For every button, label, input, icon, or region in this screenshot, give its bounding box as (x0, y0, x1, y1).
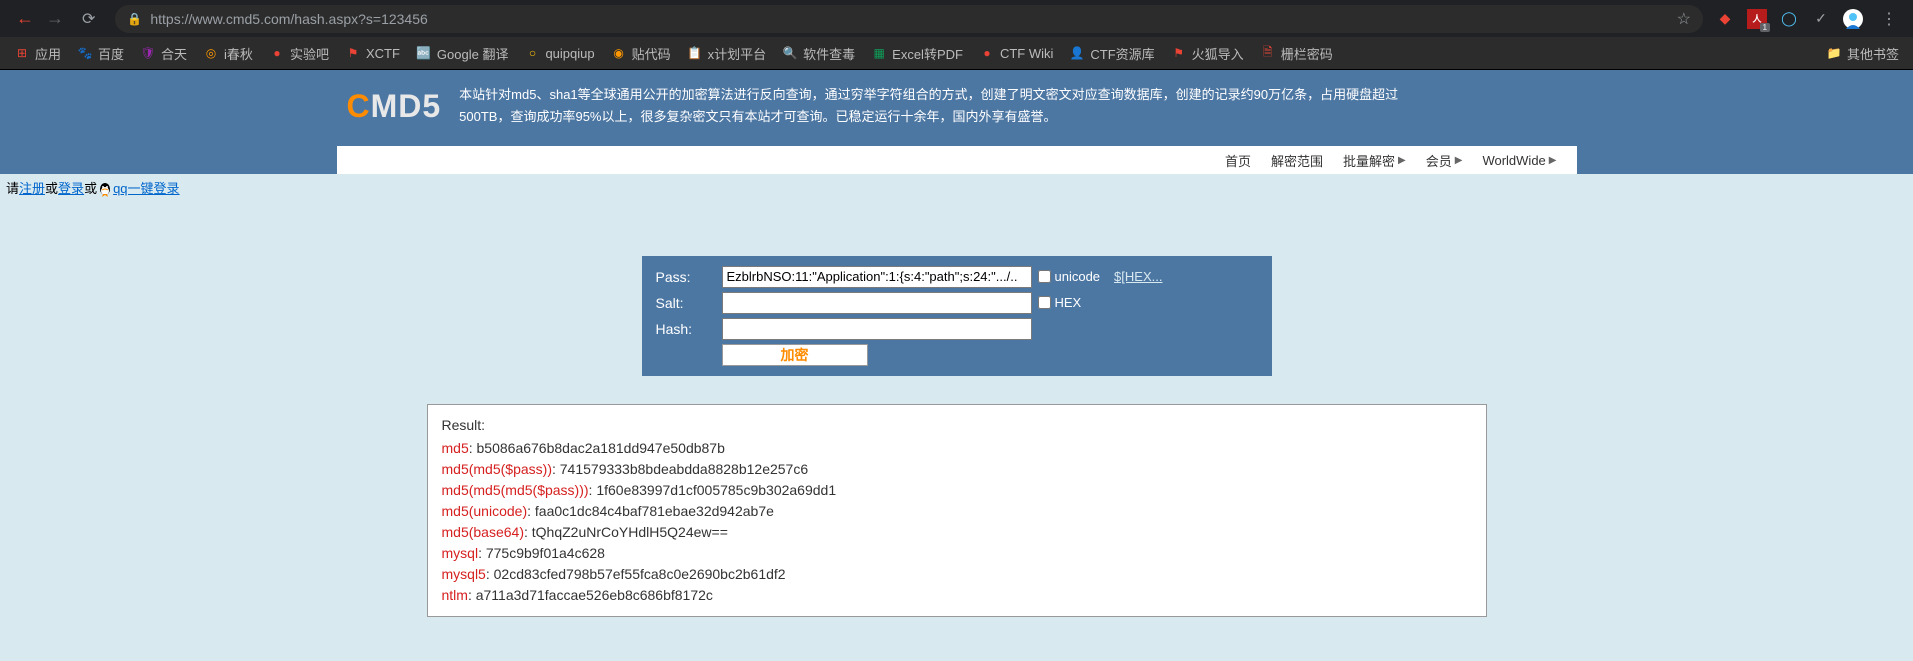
hash-value: : a711a3d71faccae526eb8c686bf8172c (468, 587, 713, 603)
reload-button[interactable]: ⟳ (82, 9, 95, 29)
bookmark-baidu[interactable]: 🐾百度 (69, 40, 132, 67)
bookmark-xctf[interactable]: ⚑XCTF (337, 41, 408, 65)
browser-menu-icon[interactable]: ⋮ (1881, 9, 1897, 29)
hash-name: mysql (442, 545, 479, 561)
url-bar[interactable]: 🔒 https://www.cmd5.com/hash.aspx?s=12345… (115, 5, 1703, 33)
chevron-right-icon: ▶ (1398, 155, 1406, 166)
ext-icon-check[interactable]: ✓ (1811, 9, 1831, 29)
hash-name: md5(md5(md5($pass))) (442, 482, 589, 498)
ext-icon-pdf[interactable]: 人1 (1747, 9, 1767, 29)
unicode-label: unicode (1055, 269, 1101, 284)
nav-member[interactable]: 会员▶ (1416, 151, 1473, 170)
chevron-right-icon: ▶ (1455, 155, 1463, 166)
chevron-right-icon: ▶ (1549, 155, 1557, 166)
ext-icon-circle[interactable]: ◯ (1779, 9, 1799, 29)
qq-login-link[interactable]: qq一键登录 (113, 181, 179, 196)
bookmark-ichunqiu[interactable]: ◎i春秋 (195, 40, 261, 67)
bookmark-hetian[interactable]: 🛡合天 (132, 40, 195, 67)
bookmarks-bar: ⊞应用 🐾百度 🛡合天 ◎i春秋 ●实验吧 ⚑XCTF 🔤Google 翻译 ○… (0, 37, 1913, 70)
result-line: mysql: 775c9b9f01a4c628 (442, 543, 1472, 564)
pass-label: Pass: (656, 269, 716, 285)
salt-input[interactable] (722, 292, 1032, 314)
hex-link[interactable]: $[HEX... (1114, 269, 1162, 284)
login-link[interactable]: 登录 (58, 181, 84, 196)
bookmark-virus[interactable]: 🔍软件查毒 (774, 40, 863, 67)
bookmark-ctfwiki[interactable]: ●CTF Wiki (971, 41, 1061, 65)
result-box: Result: md5: b5086a676b8dac2a181dd947e50… (427, 404, 1487, 617)
nav-menu: 首页 解密范围 批量解密▶ 会员▶ WorldWide▶ (337, 146, 1577, 174)
bookmark-excel2pdf[interactable]: ▦Excel转PDF (863, 40, 971, 67)
hash-name: mysql5 (442, 566, 486, 582)
hash-input[interactable] (722, 318, 1032, 340)
nav-scope[interactable]: 解密范围 (1261, 151, 1333, 170)
back-button[interactable]: ← (16, 8, 34, 29)
url-text: https://www.cmd5.com/hash.aspx?s=123456 (150, 11, 1670, 27)
bookmark-xplan[interactable]: 📋x计划平台 (679, 40, 775, 67)
nav-worldwide[interactable]: WorldWide▶ (1472, 153, 1566, 168)
hash-value: : 1f60e83997d1cf005785c9b302a69dd1 (589, 482, 837, 498)
hash-value: : faa0c1dc84c4baf781ebae32d942ab7e (527, 503, 774, 519)
hash-label: Hash: (656, 321, 716, 337)
result-line: md5: b5086a676b8dac2a181dd947e50db87b (442, 438, 1472, 459)
encrypt-button[interactable]: 加密 (722, 344, 868, 366)
forward-button[interactable]: → (46, 8, 64, 29)
hash-name: md5(unicode) (442, 503, 528, 519)
result-line: md5(md5($pass)): 741579333b8bdeabdda8828… (442, 459, 1472, 480)
bookmark-shiyanba[interactable]: ●实验吧 (261, 40, 337, 67)
bookmark-ctfres[interactable]: 👤CTF资源库 (1061, 40, 1162, 67)
result-line: md5(base64): tQhqZ2uNrCoYHdlH5Q24ew== (442, 522, 1472, 543)
site-description: 本站针对md5、sha1等全球通用公开的加密算法进行反向查询，通过穷举字符组合的… (459, 84, 1399, 128)
browser-toolbar: ← → ⟳ 🔒 https://www.cmd5.com/hash.aspx?s… (0, 0, 1913, 37)
hash-value: : 741579333b8bdeabdda8828b12e257c6 (552, 461, 808, 477)
unicode-checkbox[interactable] (1038, 270, 1051, 283)
hex-label: HEX (1055, 295, 1082, 310)
lock-icon: 🔒 (127, 12, 142, 26)
result-line: md5(unicode): faa0c1dc84c4baf781ebae32d9… (442, 501, 1472, 522)
hex-checkbox[interactable] (1038, 296, 1051, 309)
site-logo[interactable]: CMD5 (347, 88, 442, 125)
bookmark-google-translate[interactable]: 🔤Google 翻译 (408, 40, 517, 67)
result-line: ntlm: a711a3d71faccae526eb8c686bf8172c (442, 585, 1472, 606)
extension-icons: ◆ 人1 ◯ ✓ ⋮ (1715, 9, 1905, 29)
hash-value: : 02cd83cfed798b57ef55fca8c0e2690bc2b61d… (486, 566, 786, 582)
bookmark-firefox[interactable]: ⚑火狐导入 (1163, 40, 1252, 67)
bookmark-star-icon[interactable]: ☆ (1677, 9, 1691, 29)
login-prompt: 请注册或登录或qq一键登录 (0, 174, 1913, 202)
bookmark-quipqiup[interactable]: ○quipqiup (516, 41, 602, 65)
hash-name: md5(md5($pass)) (442, 461, 552, 477)
apps-button[interactable]: ⊞应用 (6, 40, 69, 67)
hash-name: md5 (442, 440, 469, 456)
hash-form: Pass: unicode $[HEX... Salt: HEX Hash: 加… (642, 256, 1272, 376)
hash-value: : 775c9b9f01a4c628 (478, 545, 605, 561)
ext-icon-1[interactable]: ◆ (1715, 9, 1735, 29)
pass-input[interactable] (722, 266, 1032, 288)
salt-label: Salt: (656, 295, 716, 311)
hash-name: md5(base64) (442, 524, 525, 540)
result-line: md5(md5(md5($pass))): 1f60e83997d1cf0057… (442, 480, 1472, 501)
result-line: mysql5: 02cd83cfed798b57ef55fca8c0e2690b… (442, 564, 1472, 585)
hash-name: ntlm (442, 587, 468, 603)
hash-value: : tQhqZ2uNrCoYHdlH5Q24ew== (524, 524, 728, 540)
other-bookmarks[interactable]: 📁其他书签 (1818, 40, 1907, 67)
result-title: Result: (442, 415, 1472, 436)
bookmark-fence[interactable]: 🗎栅栏密码 (1252, 40, 1341, 67)
bookmark-tiedaima[interactable]: ◉贴代码 (603, 40, 679, 67)
hash-value: : b5086a676b8dac2a181dd947e50db87b (469, 440, 725, 456)
qq-icon (97, 182, 113, 198)
nav-arrows: ← → ⟳ (8, 8, 103, 29)
nav-batch[interactable]: 批量解密▶ (1333, 151, 1416, 170)
nav-home[interactable]: 首页 (1215, 151, 1261, 170)
ext-icon-avatar[interactable] (1843, 9, 1863, 29)
register-link[interactable]: 注册 (19, 181, 45, 196)
page-header: CMD5 本站针对md5、sha1等全球通用公开的加密算法进行反向查询，通过穷举… (0, 70, 1913, 174)
